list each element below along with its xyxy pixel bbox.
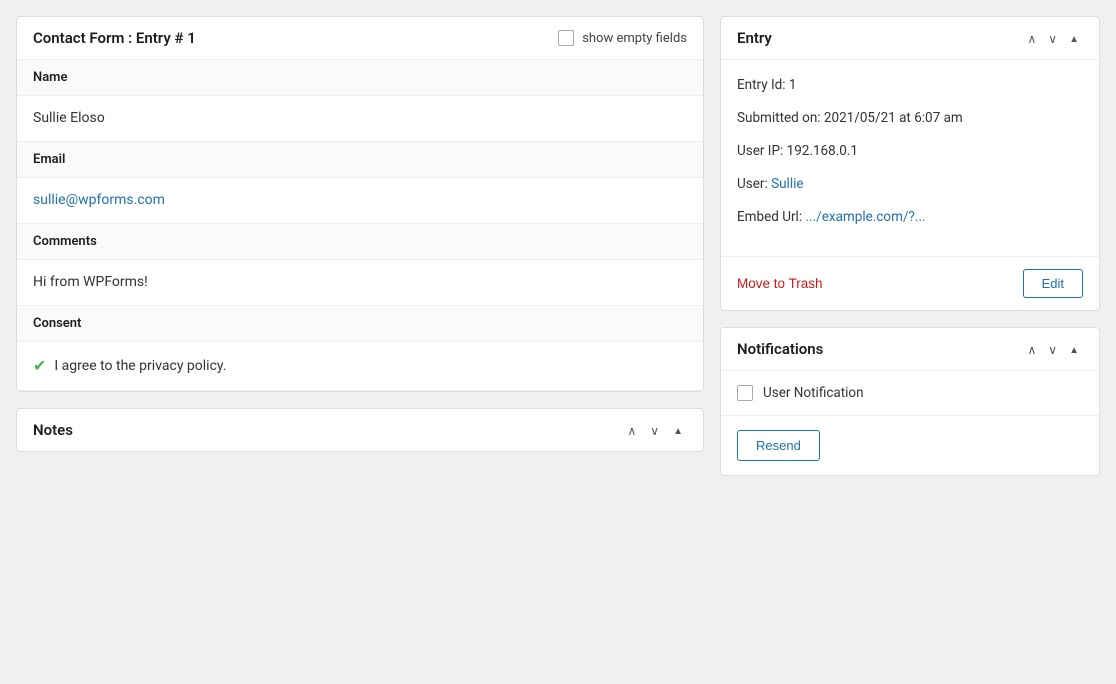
comments-value: Hi from WPForms! [17,260,703,305]
comments-field-section: Comments Hi from WPForms! [17,224,703,306]
consent-value: ✔ I agree to the privacy policy. [17,342,703,390]
notifications-panel-controls [1024,340,1084,358]
move-to-trash-button[interactable]: Move to Trash [737,276,823,291]
embed-url-row: Embed Url: .../example.com/?... [737,208,1083,227]
email-label: Email [17,142,703,178]
notifications-panel: Notifications User Notification [720,327,1100,476]
notif-panel-down-button[interactable] [1044,340,1061,358]
email-value: sullie@wpforms.com [17,178,703,223]
notes-collapse-down-button[interactable] [646,422,663,439]
notes-collapse-up-button[interactable] [624,422,641,439]
email-link[interactable]: sullie@wpforms.com [33,192,165,208]
entry-panel-up-button[interactable] [1024,29,1041,47]
chevron-up-icon [1028,31,1037,46]
arrow-up-solid-icon [1069,30,1079,45]
user-ip-row: User IP: 192.168.0.1 [737,142,1083,161]
user-notification-checkbox[interactable] [737,385,753,401]
resend-area: Resend [721,416,1099,475]
chevron-up-icon [628,423,637,438]
entry-id-label: Entry Id: [737,77,786,93]
submitted-label: Submitted on: [737,110,821,126]
notes-collapse-solid-button[interactable] [669,421,687,439]
entry-panel-down-button[interactable] [1044,29,1061,47]
user-notification-label: User Notification [763,385,864,401]
entry-actions: Move to Trash Edit [721,256,1099,310]
email-field-section: Email sullie@wpforms.com [17,142,703,224]
comments-label: Comments [17,224,703,260]
user-row: User: Sullie [737,175,1083,194]
entry-id-row: Entry Id: 1 [737,76,1083,95]
notif-panel-solid-button[interactable] [1065,340,1083,358]
user-link[interactable]: Sullie [771,176,803,192]
consent-text: I agree to the privacy policy. [54,356,226,377]
resend-button[interactable]: Resend [737,430,820,461]
chevron-down-icon [650,423,659,438]
entry-panel-solid-button[interactable] [1065,29,1083,47]
consent-field-section: Consent ✔ I agree to the privacy policy. [17,306,703,391]
entry-id-num: 1 [789,77,797,93]
consent-checkmark-icon: ✔ [33,354,46,378]
user-ip-label: User IP: [737,143,783,159]
user-notification-row: User Notification [721,371,1099,416]
entry-panel-controls [1024,29,1084,47]
chevron-down-icon [1048,31,1057,46]
entry-panel-title: Entry [737,29,772,47]
arrow-up-solid-icon [1069,341,1079,356]
submitted-row: Submitted on: 2021/05/21 at 6:07 am [737,109,1083,128]
show-empty-fields-checkbox[interactable] [558,30,574,46]
name-value: Sullie Eloso [17,96,703,141]
submitted-date: 2021/05/21 at 6:07 am [824,110,963,126]
edit-button[interactable]: Edit [1023,269,1083,298]
embed-label: Embed Url: [737,209,802,225]
notes-card: Notes [16,408,704,452]
chevron-up-icon [1028,342,1037,357]
notes-controls [624,421,688,439]
name-label: Name [17,60,703,96]
embed-link[interactable]: .../example.com/?... [805,209,925,225]
show-empty-fields-label: show empty fields [582,31,687,46]
user-ip-addr: 192.168.0.1 [787,143,858,159]
arrow-up-solid-icon [673,422,683,437]
notifications-panel-title: Notifications [737,340,823,358]
show-empty-fields-container: show empty fields [558,30,687,46]
entry-panel: Entry Entry Id: 1 [720,16,1100,311]
entry-title: Contact Form : Entry # 1 [33,29,196,47]
user-label: User: [737,176,768,192]
notes-title: Notes [33,421,73,439]
name-field-section: Name Sullie Eloso [17,60,703,142]
consent-label: Consent [17,306,703,342]
chevron-down-icon [1048,342,1057,357]
notif-panel-up-button[interactable] [1024,340,1041,358]
